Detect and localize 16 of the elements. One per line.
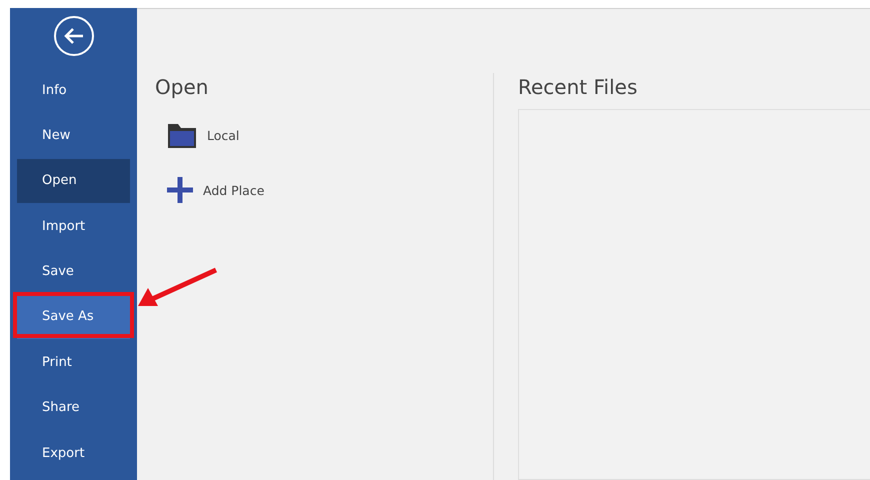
section-title: Recent Files: [518, 75, 638, 99]
menu-item[interactable]: Open: [17, 158, 130, 203]
place-option[interactable]: Add Place: [203, 182, 264, 198]
menu-item[interactable]: Info: [17, 68, 130, 112]
menu-item[interactable]: New: [17, 113, 130, 158]
section-title: Open: [155, 75, 210, 99]
folder-icon: [167, 121, 197, 149]
back-arrow-icon: [62, 27, 84, 45]
menu-item[interactable]: Export: [17, 431, 130, 476]
menu-item[interactable]: Save: [17, 250, 130, 294]
back-button[interactable]: [54, 16, 94, 56]
menu-item[interactable]: Import: [17, 204, 130, 248]
menu-item[interactable]: Share: [17, 386, 130, 430]
menu-item[interactable]: Print: [17, 340, 130, 384]
plus-icon: [167, 177, 193, 203]
place-option[interactable]: Local: [207, 128, 240, 142]
